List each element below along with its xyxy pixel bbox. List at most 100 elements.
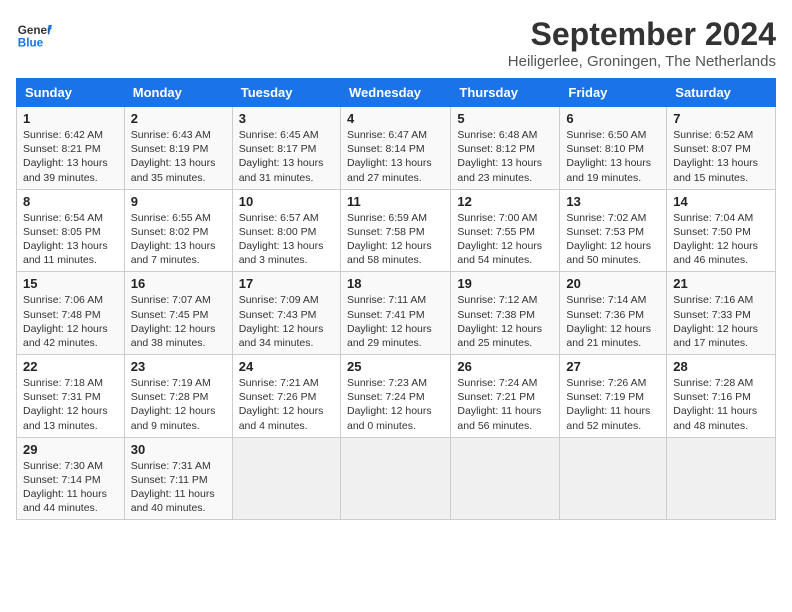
day-number: 5 bbox=[457, 111, 553, 126]
weekday-header-saturday: Saturday bbox=[667, 79, 776, 107]
day-number: 14 bbox=[673, 194, 769, 209]
day-info: Sunrise: 7:28 AM Sunset: 7:16 PM Dayligh… bbox=[673, 376, 769, 433]
calendar-week-0: 1Sunrise: 6:42 AM Sunset: 8:21 PM Daylig… bbox=[17, 107, 776, 190]
day-cell-22: 22 Sunrise: 7:18 AM Sunset: 7:31 PM Dayli… bbox=[17, 355, 125, 438]
day-info: Sunrise: 7:07 AM Sunset: 7:45 PM Dayligh… bbox=[131, 293, 226, 350]
day-cell-2: 2 Sunrise: 6:43 AM Sunset: 8:19 PM Daylig… bbox=[124, 107, 232, 190]
day-number: 10 bbox=[239, 194, 334, 209]
day-info: Sunrise: 7:04 AM Sunset: 7:50 PM Dayligh… bbox=[673, 211, 769, 268]
calendar-week-4: 29Sunrise: 7:30 AM Sunset: 7:14 PM Dayli… bbox=[17, 437, 776, 520]
day-cell-12: 12 Sunrise: 7:00 AM Sunset: 7:55 PM Dayli… bbox=[451, 189, 560, 272]
svg-text:General: General bbox=[18, 24, 52, 37]
day-number: 4 bbox=[347, 111, 444, 126]
day-info: Sunrise: 6:59 AM Sunset: 7:58 PM Dayligh… bbox=[347, 211, 444, 268]
day-info: Sunrise: 7:18 AM Sunset: 7:31 PM Dayligh… bbox=[23, 376, 118, 433]
day-info: Sunrise: 7:14 AM Sunset: 7:36 PM Dayligh… bbox=[566, 293, 660, 350]
day-info: Sunrise: 6:45 AM Sunset: 8:17 PM Dayligh… bbox=[239, 128, 334, 185]
day-info: Sunrise: 7:06 AM Sunset: 7:48 PM Dayligh… bbox=[23, 293, 118, 350]
day-info: Sunrise: 6:57 AM Sunset: 8:00 PM Dayligh… bbox=[239, 211, 334, 268]
day-info: Sunrise: 7:24 AM Sunset: 7:21 PM Dayligh… bbox=[457, 376, 553, 433]
empty-cell bbox=[232, 437, 340, 520]
day-number: 2 bbox=[131, 111, 226, 126]
day-cell-24: 24 Sunrise: 7:21 AM Sunset: 7:26 PM Dayli… bbox=[232, 355, 340, 438]
day-cell-18: 18 Sunrise: 7:11 AM Sunset: 7:41 PM Dayli… bbox=[340, 272, 450, 355]
day-info: Sunrise: 6:43 AM Sunset: 8:19 PM Dayligh… bbox=[131, 128, 226, 185]
day-info: Sunrise: 7:12 AM Sunset: 7:38 PM Dayligh… bbox=[457, 293, 553, 350]
day-cell-15: 15 Sunrise: 7:06 AM Sunset: 7:48 PM Dayli… bbox=[17, 272, 125, 355]
svg-text:Blue: Blue bbox=[18, 37, 44, 50]
day-cell-14: 14 Sunrise: 7:04 AM Sunset: 7:50 PM Dayli… bbox=[667, 189, 776, 272]
day-cell-1: 1Sunrise: 6:42 AM Sunset: 8:21 PM Daylig… bbox=[17, 107, 125, 190]
day-number: 25 bbox=[347, 359, 444, 374]
day-number: 11 bbox=[347, 194, 444, 209]
day-number: 26 bbox=[457, 359, 553, 374]
day-number: 1 bbox=[23, 111, 118, 126]
weekday-header-monday: Monday bbox=[124, 79, 232, 107]
calendar-title: September 2024 bbox=[508, 16, 776, 53]
day-info: Sunrise: 6:52 AM Sunset: 8:07 PM Dayligh… bbox=[673, 128, 769, 185]
day-info: Sunrise: 7:11 AM Sunset: 7:41 PM Dayligh… bbox=[347, 293, 444, 350]
day-info: Sunrise: 7:23 AM Sunset: 7:24 PM Dayligh… bbox=[347, 376, 444, 433]
day-cell-13: 13Sunrise: 7:02 AM Sunset: 7:53 PM Dayli… bbox=[560, 189, 667, 272]
day-number: 19 bbox=[457, 276, 553, 291]
day-info: Sunrise: 7:00 AM Sunset: 7:55 PM Dayligh… bbox=[457, 211, 553, 268]
header: General Blue September 2024 Heiligerlee,… bbox=[16, 16, 776, 70]
day-number: 30 bbox=[131, 442, 226, 457]
day-number: 21 bbox=[673, 276, 769, 291]
calendar-week-2: 15 Sunrise: 7:06 AM Sunset: 7:48 PM Dayli… bbox=[17, 272, 776, 355]
day-info: Sunrise: 7:26 AM Sunset: 7:19 PM Dayligh… bbox=[566, 376, 660, 433]
day-number: 17 bbox=[239, 276, 334, 291]
day-number: 23 bbox=[131, 359, 226, 374]
weekday-header-thursday: Thursday bbox=[451, 79, 560, 107]
day-number: 22 bbox=[23, 359, 118, 374]
logo: General Blue bbox=[16, 16, 52, 52]
calendar-week-1: 8Sunrise: 6:54 AM Sunset: 8:05 PM Daylig… bbox=[17, 189, 776, 272]
weekday-header-tuesday: Tuesday bbox=[232, 79, 340, 107]
day-number: 15 bbox=[23, 276, 118, 291]
day-cell-19: 19 Sunrise: 7:12 AM Sunset: 7:38 PM Dayli… bbox=[451, 272, 560, 355]
day-cell-29: 29Sunrise: 7:30 AM Sunset: 7:14 PM Dayli… bbox=[17, 437, 125, 520]
weekday-header-wednesday: Wednesday bbox=[340, 79, 450, 107]
day-number: 7 bbox=[673, 111, 769, 126]
title-area: September 2024 Heiligerlee, Groningen, T… bbox=[508, 16, 776, 70]
day-cell-7: 7 Sunrise: 6:52 AM Sunset: 8:07 PM Daylig… bbox=[667, 107, 776, 190]
day-cell-9: 9Sunrise: 6:55 AM Sunset: 8:02 PM Daylig… bbox=[124, 189, 232, 272]
empty-cell bbox=[667, 437, 776, 520]
day-number: 27 bbox=[566, 359, 660, 374]
day-cell-3: 3 Sunrise: 6:45 AM Sunset: 8:17 PM Daylig… bbox=[232, 107, 340, 190]
day-cell-10: 10 Sunrise: 6:57 AM Sunset: 8:00 PM Dayli… bbox=[232, 189, 340, 272]
calendar-table: SundayMondayTuesdayWednesdayThursdayFrid… bbox=[16, 78, 776, 520]
day-cell-5: 5 Sunrise: 6:48 AM Sunset: 8:12 PM Daylig… bbox=[451, 107, 560, 190]
day-info: Sunrise: 7:30 AM Sunset: 7:14 PM Dayligh… bbox=[23, 459, 118, 516]
day-number: 9 bbox=[131, 194, 226, 209]
day-number: 3 bbox=[239, 111, 334, 126]
day-number: 24 bbox=[239, 359, 334, 374]
day-info: Sunrise: 6:48 AM Sunset: 8:12 PM Dayligh… bbox=[457, 128, 553, 185]
day-number: 28 bbox=[673, 359, 769, 374]
weekday-header-friday: Friday bbox=[560, 79, 667, 107]
day-info: Sunrise: 6:47 AM Sunset: 8:14 PM Dayligh… bbox=[347, 128, 444, 185]
day-cell-4: 4 Sunrise: 6:47 AM Sunset: 8:14 PM Daylig… bbox=[340, 107, 450, 190]
day-info: Sunrise: 7:19 AM Sunset: 7:28 PM Dayligh… bbox=[131, 376, 226, 433]
day-cell-6: 6Sunrise: 6:50 AM Sunset: 8:10 PM Daylig… bbox=[560, 107, 667, 190]
day-cell-25: 25 Sunrise: 7:23 AM Sunset: 7:24 PM Dayli… bbox=[340, 355, 450, 438]
day-cell-20: 20 Sunrise: 7:14 AM Sunset: 7:36 PM Dayli… bbox=[560, 272, 667, 355]
empty-cell bbox=[340, 437, 450, 520]
day-cell-8: 8Sunrise: 6:54 AM Sunset: 8:05 PM Daylig… bbox=[17, 189, 125, 272]
day-number: 12 bbox=[457, 194, 553, 209]
empty-cell bbox=[560, 437, 667, 520]
day-number: 18 bbox=[347, 276, 444, 291]
weekday-header-sunday: Sunday bbox=[17, 79, 125, 107]
logo-icon: General Blue bbox=[16, 16, 52, 52]
day-cell-11: 11 Sunrise: 6:59 AM Sunset: 7:58 PM Dayli… bbox=[340, 189, 450, 272]
day-info: Sunrise: 7:16 AM Sunset: 7:33 PM Dayligh… bbox=[673, 293, 769, 350]
day-info: Sunrise: 7:02 AM Sunset: 7:53 PM Dayligh… bbox=[566, 211, 660, 268]
day-info: Sunrise: 7:21 AM Sunset: 7:26 PM Dayligh… bbox=[239, 376, 334, 433]
day-cell-21: 21 Sunrise: 7:16 AM Sunset: 7:33 PM Dayli… bbox=[667, 272, 776, 355]
day-cell-17: 17Sunrise: 7:09 AM Sunset: 7:43 PM Dayli… bbox=[232, 272, 340, 355]
day-info: Sunrise: 6:54 AM Sunset: 8:05 PM Dayligh… bbox=[23, 211, 118, 268]
day-cell-23: 23 Sunrise: 7:19 AM Sunset: 7:28 PM Dayli… bbox=[124, 355, 232, 438]
day-number: 20 bbox=[566, 276, 660, 291]
day-cell-26: 26 Sunrise: 7:24 AM Sunset: 7:21 PM Dayli… bbox=[451, 355, 560, 438]
day-number: 16 bbox=[131, 276, 226, 291]
